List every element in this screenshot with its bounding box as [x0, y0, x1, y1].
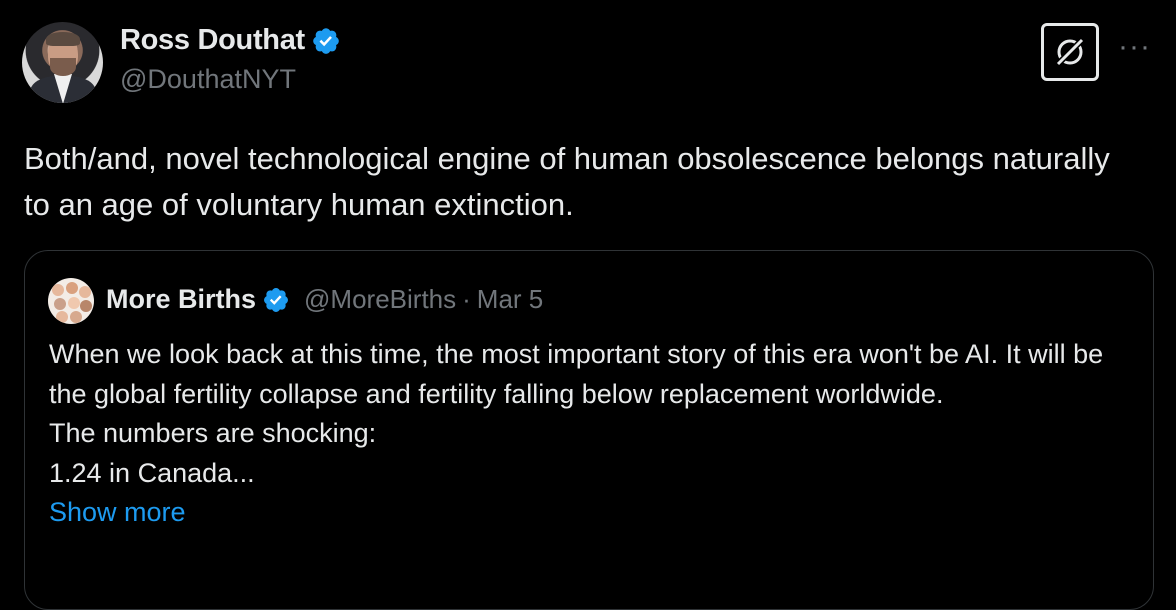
quoted-text: When we look back at this time, the most… — [49, 335, 1139, 533]
avatar-hair — [46, 32, 80, 46]
more-options-icon[interactable]: ··· — [1118, 30, 1151, 64]
show-more-link[interactable]: Show more — [49, 493, 1139, 533]
avatar-beard — [50, 58, 76, 76]
quoted-line: The numbers are shocking: — [49, 418, 377, 448]
tweet: Ross Douthat @DouthatNYT ··· Both/and, n… — [0, 0, 1176, 610]
verified-badge-icon — [264, 287, 288, 312]
quoted-date: Mar 5 — [476, 284, 544, 314]
quoted-name-row: More Births @MoreBirths · Mar 5 — [106, 284, 543, 315]
separator-dot: · — [462, 284, 471, 314]
quoted-author-avatar — [48, 278, 94, 324]
quoted-tweet[interactable]: More Births @MoreBirths · Mar 5 When we … — [24, 250, 1154, 610]
grok-icon — [1055, 37, 1085, 67]
quoted-line: When we look back at this time, the most… — [49, 339, 1104, 409]
tweet-text: Both/and, novel technological engine of … — [24, 141, 1110, 222]
quoted-display-name: More Births — [106, 284, 257, 314]
grok-button[interactable] — [1041, 23, 1099, 81]
author-avatar[interactable] — [22, 22, 103, 103]
author-name-row: Ross Douthat — [120, 24, 341, 57]
author-handle[interactable]: @DouthatNYT — [120, 64, 296, 95]
quoted-handle: @MoreBirths — [304, 284, 457, 314]
verified-badge-icon — [313, 27, 339, 54]
author-display-name[interactable]: Ross Douthat — [120, 24, 305, 57]
quoted-line: 1.24 in Canada... — [49, 457, 255, 488]
